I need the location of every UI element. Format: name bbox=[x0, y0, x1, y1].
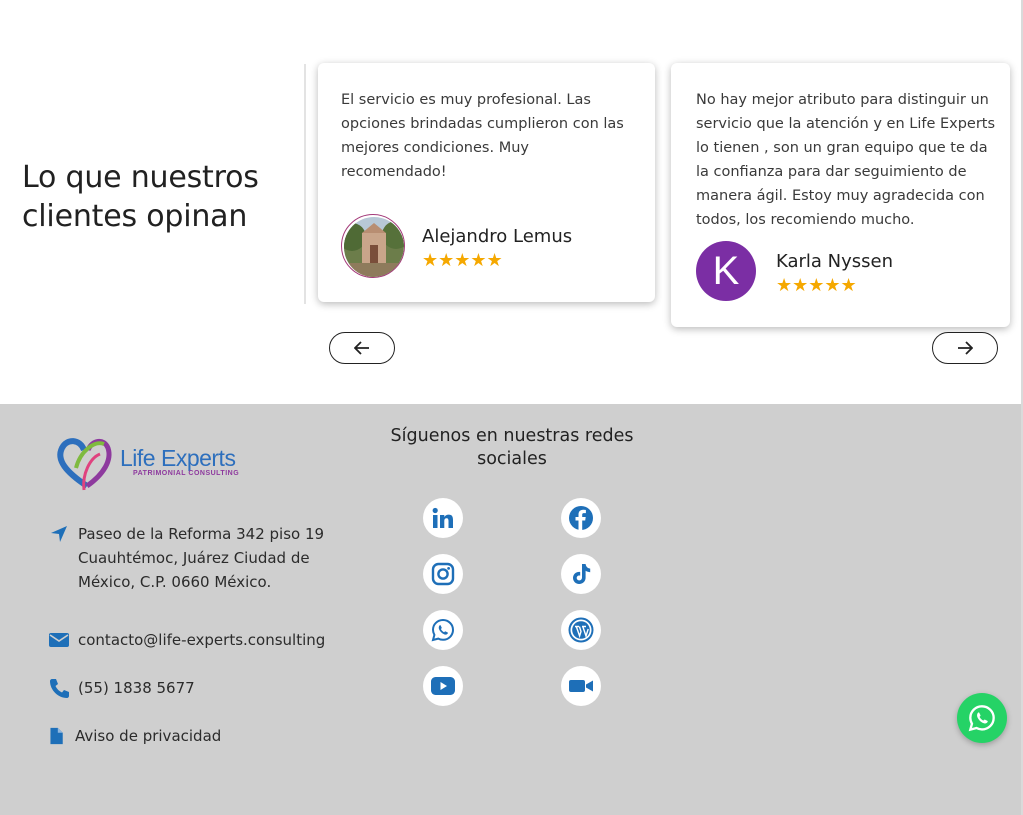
testimonials-section: Lo que nuestros clientes opinan El servi… bbox=[0, 0, 1023, 404]
social-title: Síguenos en nuestras redes sociales bbox=[390, 426, 634, 469]
testimonial-card: No hay mejor atributo para distinguir un… bbox=[671, 63, 1010, 327]
avatar: K bbox=[696, 241, 756, 301]
whatsapp-floating-button[interactable] bbox=[957, 693, 1007, 743]
wordpress-button[interactable] bbox=[561, 610, 601, 650]
testimonial-quote: El servicio es muy profesional. Las opci… bbox=[341, 92, 624, 180]
arrow-left-icon bbox=[354, 341, 369, 355]
author-name: Alejandro Lemus bbox=[422, 226, 573, 247]
logo-name: Life Experts bbox=[120, 445, 236, 471]
instagram-button[interactable] bbox=[423, 554, 463, 594]
privacy-text: Aviso de privacidad bbox=[75, 727, 222, 745]
document-icon bbox=[50, 727, 63, 745]
envelope-icon bbox=[49, 633, 69, 647]
location-arrow-icon bbox=[51, 526, 67, 542]
youtube-button[interactable] bbox=[423, 666, 463, 706]
whatsapp-button[interactable] bbox=[423, 610, 463, 650]
facebook-icon bbox=[569, 506, 593, 530]
facebook-button[interactable] bbox=[561, 498, 601, 538]
arrow-right-icon bbox=[958, 341, 973, 355]
linkedin-icon bbox=[432, 507, 453, 528]
phone-text: (55) 1838 5677 bbox=[78, 679, 195, 697]
phone-icon bbox=[50, 679, 69, 698]
video-icon bbox=[569, 680, 593, 692]
logo-tagline: PATRIMONIAL CONSULTING bbox=[133, 470, 240, 477]
avatar-photo bbox=[344, 217, 404, 277]
email-link[interactable]: contacto@life-experts.consulting bbox=[48, 628, 325, 652]
avatar bbox=[341, 214, 405, 278]
video-button[interactable] bbox=[561, 666, 601, 706]
linkedin-button[interactable] bbox=[423, 498, 463, 538]
address-text: Paseo de la Reforma 342 piso 19 Cuauhtém… bbox=[78, 525, 325, 591]
testimonial-card: El servicio es muy profesional. Las opci… bbox=[318, 63, 655, 302]
star-rating: ★★★★★ bbox=[422, 250, 503, 271]
tiktok-icon bbox=[573, 564, 591, 584]
footer: Life Experts PATRIMONIAL CONSULTING Pase… bbox=[0, 404, 1023, 815]
wordpress-icon bbox=[568, 617, 594, 643]
address: Paseo de la Reforma 342 piso 19 Cuauhtém… bbox=[48, 522, 338, 594]
tiktok-button[interactable] bbox=[561, 554, 601, 594]
author-name: Karla Nyssen bbox=[776, 251, 894, 272]
next-button[interactable] bbox=[932, 332, 998, 364]
whatsapp-icon bbox=[431, 618, 455, 642]
instagram-icon bbox=[431, 562, 455, 586]
youtube-icon bbox=[431, 677, 455, 695]
divider bbox=[304, 64, 306, 304]
logo-heart-icon bbox=[57, 438, 112, 491]
whatsapp-icon bbox=[968, 705, 995, 732]
prev-button[interactable] bbox=[329, 332, 395, 364]
email-text: contacto@life-experts.consulting bbox=[78, 631, 326, 649]
privacy-link[interactable]: Aviso de privacidad bbox=[48, 724, 221, 748]
phone-link[interactable]: (55) 1838 5677 bbox=[48, 676, 195, 700]
star-rating: ★★★★★ bbox=[776, 275, 857, 296]
testimonial-quote: No hay mejor atributo para distinguir un… bbox=[696, 92, 996, 228]
section-title: Lo que nuestros clientes opinan bbox=[22, 160, 259, 234]
logo[interactable]: Life Experts PATRIMONIAL CONSULTING bbox=[54, 428, 254, 498]
